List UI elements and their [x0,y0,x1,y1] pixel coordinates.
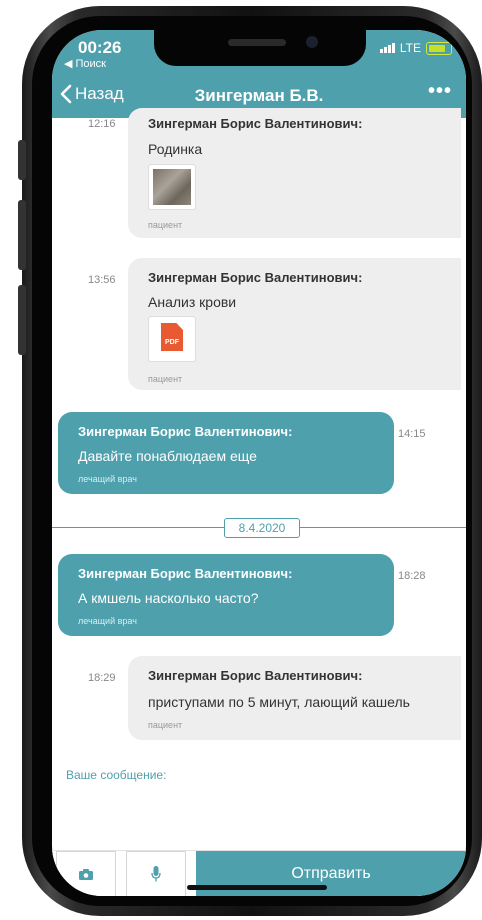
image-attachment[interactable] [148,164,196,210]
message-bubble-outgoing[interactable]: Зингерман Борис Валентинович: А кмшель н… [58,554,394,636]
pdf-icon: PDF [161,323,183,351]
message-role: пациент [148,374,183,384]
date-badge: 8.4.2020 [224,518,300,538]
back-to-app-link[interactable]: ◀ Поиск [64,57,106,70]
message-role: лечащий врач [78,616,137,626]
message-role: пациент [148,220,183,230]
message-time: 18:29 [88,672,116,684]
phone-notch [154,30,366,66]
screen: 00:26 ◀ Поиск LTE Назад Зингерман Б.В. •… [52,30,466,896]
microphone-icon [151,866,161,882]
message-bubble-incoming[interactable]: Зингерман Борис Валентинович: Родинка па… [128,108,461,238]
status-time: 00:26 [78,38,122,57]
photo-thumbnail [153,169,191,205]
microphone-button[interactable] [126,851,186,896]
message-role: лечащий врач [78,474,137,484]
home-indicator[interactable] [187,885,327,890]
message-sender: Зингерман Борис Валентинович: [148,116,363,131]
message-text: Давайте понаблюдаем еще [78,448,257,464]
message-text: приступами по 5 минут, лающий кашель [148,694,410,710]
message-sender: Зингерман Борис Валентинович: [148,270,363,285]
message-text: Анализ крови [148,294,237,310]
camera-icon [79,868,93,880]
message-sender: Зингерман Борис Валентинович: [148,668,363,683]
message-time: 13:56 [88,274,116,286]
more-button[interactable]: ••• [428,80,452,103]
message-bubble-outgoing[interactable]: Зингерман Борис Валентинович: Давайте по… [58,412,394,494]
page-title: Зингерман Б.В. [194,86,324,105]
message-time: 14:15 [398,428,426,440]
camera-button[interactable] [56,851,116,896]
pdf-attachment[interactable]: PDF [148,316,196,362]
message-input[interactable]: Ваше сообщение: [66,768,166,782]
message-text: Родинка [148,141,203,157]
battery-icon [426,41,452,55]
message-role: пациент [148,720,183,730]
status-indicators: LTE [379,41,452,55]
message-bubble-incoming[interactable]: Зингерман Борис Валентинович: приступами… [128,656,461,740]
phone-side-button [18,200,26,270]
message-sender: Зингерман Борис Валентинович: [78,424,293,439]
network-label: LTE [399,41,421,55]
message-text: А кмшель насколько часто? [78,590,259,606]
camera-lens [306,36,318,48]
message-time: 18:28 [398,570,426,582]
speaker [228,39,286,46]
message-bubble-incoming[interactable]: Зингерман Борис Валентинович: Анализ кро… [128,258,461,390]
message-time: 12:16 [88,118,116,130]
signal-icon [379,43,395,53]
message-sender: Зингерман Борис Валентинович: [78,566,293,581]
phone-side-button [18,140,26,180]
phone-side-button [18,285,26,355]
